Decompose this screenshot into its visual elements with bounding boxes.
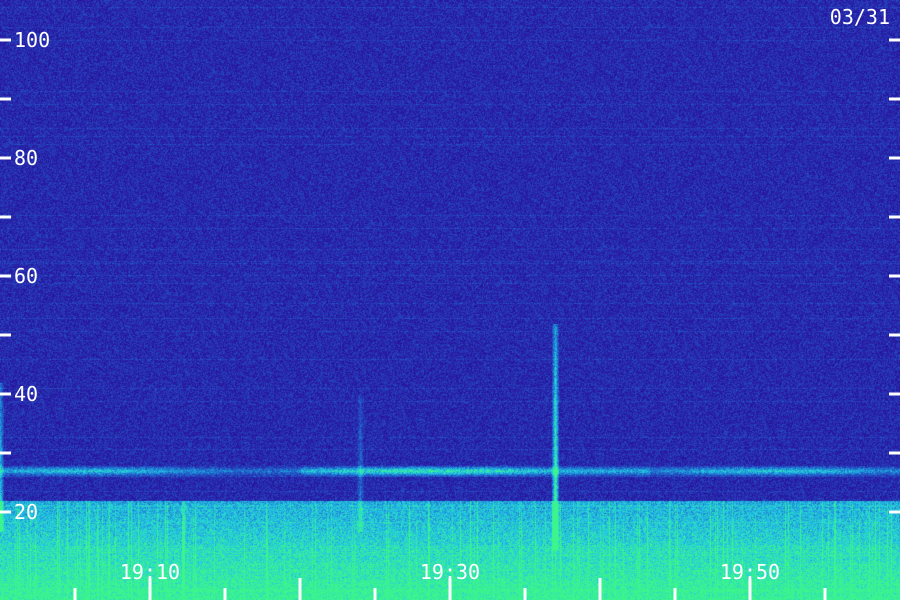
y-axis: 20 40 60 80 100 — [0, 28, 900, 524]
spectrogram-chart: 20 40 60 80 100 19:10 19:30 19:50 03/31 — [0, 0, 900, 600]
x-tick-label: 19:50 — [720, 560, 780, 584]
x-tick-label: 19:30 — [420, 560, 480, 584]
x-tick-label: 19:10 — [120, 560, 180, 584]
y-tick-label: 20 — [14, 500, 38, 524]
y-tick-label: 40 — [14, 382, 38, 406]
y-tick-label: 100 — [14, 28, 50, 52]
date-label: 03/31 — [830, 5, 890, 29]
chart-overlay: 20 40 60 80 100 19:10 19:30 19:50 03/31 — [0, 5, 900, 600]
y-tick-label: 80 — [14, 146, 38, 170]
y-tick-label: 60 — [14, 264, 38, 288]
x-axis: 19:10 19:30 19:50 — [73, 560, 827, 600]
